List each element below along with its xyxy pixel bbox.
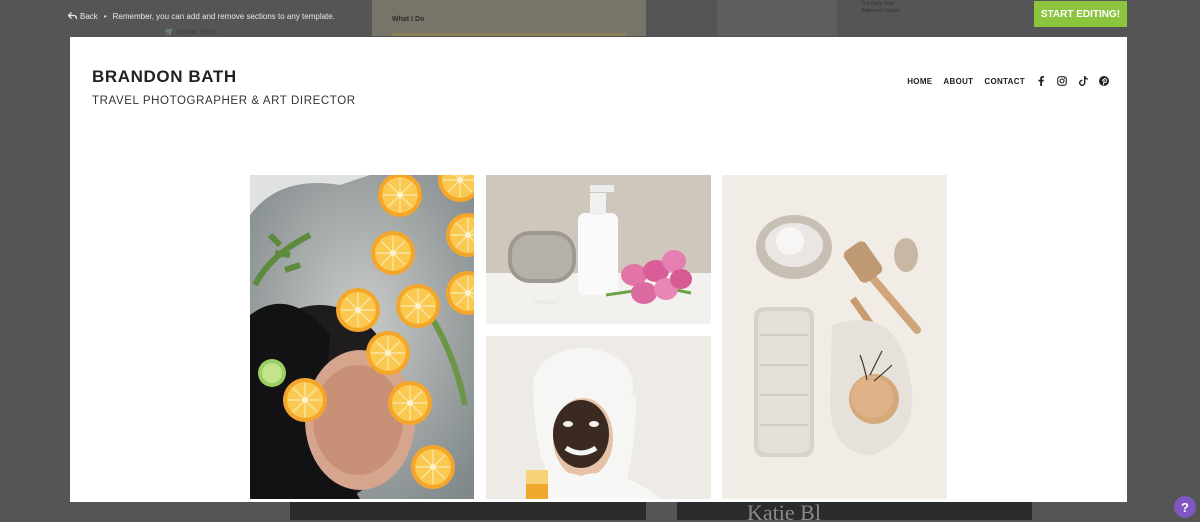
facebook-icon[interactable] — [1036, 76, 1046, 86]
gallery-image-bath-essentials[interactable] — [722, 175, 947, 499]
background-list-item: The Daily Post — [861, 1, 894, 7]
nav-home[interactable]: HOME — [907, 77, 932, 86]
start-editing-button[interactable]: START EDITING! — [1034, 1, 1127, 27]
site-title: BRANDON BATH — [92, 67, 237, 86]
nav-contact[interactable]: CONTACT — [984, 77, 1025, 86]
nav-about[interactable]: ABOUT — [943, 77, 973, 86]
background-divider — [392, 33, 626, 36]
pinterest-icon[interactable] — [1099, 76, 1109, 86]
background-store-link: 🛒 Online Store — [165, 29, 218, 36]
gallery-image-spa-still-life[interactable] — [486, 175, 711, 324]
tiktok-icon[interactable] — [1078, 76, 1088, 86]
background-list-item: Bathroom Update — [861, 8, 901, 14]
gallery-image-face-mask[interactable] — [486, 336, 711, 499]
editor-tip-text: Remember, you can add and remove section… — [112, 11, 335, 21]
help-button[interactable]: ? — [1174, 496, 1196, 518]
editor-topbar: Back • Remember, you can add and remove … — [68, 9, 335, 23]
topbar-separator: • — [103, 11, 107, 21]
instagram-icon[interactable] — [1057, 76, 1067, 86]
back-button[interactable]: Back — [68, 12, 98, 21]
gallery-image-citrus-bath[interactable] — [250, 175, 474, 499]
site-subtitle: TRAVEL PHOTOGRAPHER & ART DIRECTOR — [92, 95, 356, 107]
back-arrow-icon — [68, 12, 77, 20]
site-nav: HOME ABOUT CONTACT — [907, 76, 1109, 86]
back-label: Back — [80, 11, 98, 21]
template-preview: BRANDON BATH TRAVEL PHOTOGRAPHER & ART D… — [70, 37, 1127, 502]
background-bottom-card-text: Katie Bl — [677, 502, 1032, 522]
background-section-label: What I Do — [392, 16, 425, 23]
background-bottom-card — [290, 502, 646, 520]
background-section-card: What I Do — [372, 0, 646, 36]
background-image-card — [717, 0, 837, 36]
